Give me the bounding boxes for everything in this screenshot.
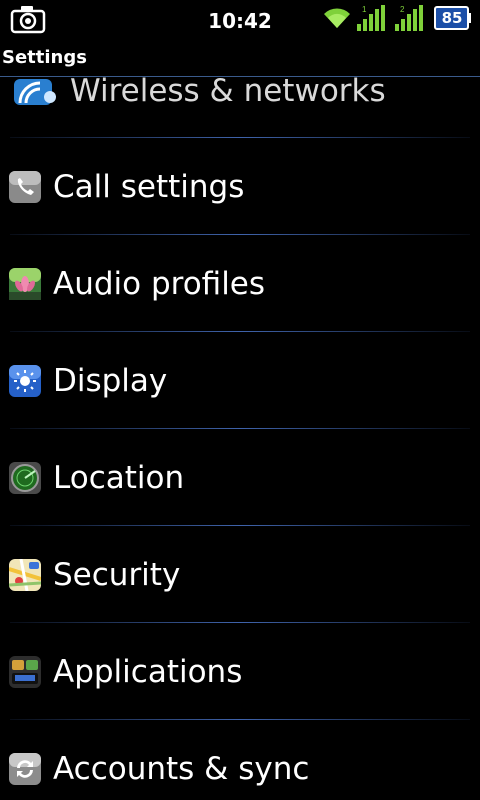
settings-item-location[interactable]: Location — [0, 430, 480, 526]
settings-item-audio-profiles[interactable]: Audio profiles — [0, 236, 480, 332]
settings-item-accounts-sync[interactable]: Accounts & sync — [0, 721, 480, 800]
divider — [10, 622, 470, 623]
audio-profiles-icon — [9, 268, 41, 300]
wifi-icon — [324, 8, 350, 28]
location-radar-icon — [9, 462, 41, 494]
settings-item-label: Audio profiles — [53, 266, 266, 302]
sync-icon — [9, 753, 41, 785]
applications-icon — [9, 656, 41, 688]
status-bar: 10:42 1 2 85 — [0, 0, 480, 40]
settings-item-label: Wireless & networks — [70, 77, 386, 109]
battery-level: 85 — [441, 9, 463, 27]
signal-sim2-icon: 2 — [395, 5, 423, 31]
divider — [10, 137, 470, 138]
svg-text:2: 2 — [400, 5, 405, 14]
divider — [10, 331, 470, 332]
display-brightness-icon — [9, 365, 41, 397]
settings-list: Wireless & networks Call settings Audio … — [0, 77, 480, 800]
settings-item-call-settings[interactable]: Call settings — [0, 139, 480, 235]
signal-sim1-icon: 1 — [357, 5, 385, 31]
divider — [10, 525, 470, 526]
security-map-icon — [9, 559, 41, 591]
settings-item-label: Accounts & sync — [53, 751, 310, 787]
settings-item-label: Location — [53, 460, 185, 496]
wireless-icon — [14, 79, 56, 105]
phone-icon — [9, 171, 41, 203]
title-bar: Settings — [0, 40, 480, 77]
settings-item-label: Security — [53, 557, 181, 593]
divider — [10, 428, 470, 429]
settings-item-applications[interactable]: Applications — [0, 624, 480, 720]
settings-item-label: Applications — [53, 654, 243, 690]
settings-item-security[interactable]: Security — [0, 527, 480, 623]
divider — [10, 719, 470, 720]
settings-item-display[interactable]: Display — [0, 333, 480, 429]
settings-item-label: Call settings — [53, 169, 245, 205]
settings-item-wireless-networks[interactable]: Wireless & networks — [0, 77, 480, 139]
page-title: Settings — [2, 47, 87, 68]
divider — [10, 234, 470, 235]
svg-text:1: 1 — [362, 5, 367, 14]
settings-item-label: Display — [53, 363, 168, 399]
